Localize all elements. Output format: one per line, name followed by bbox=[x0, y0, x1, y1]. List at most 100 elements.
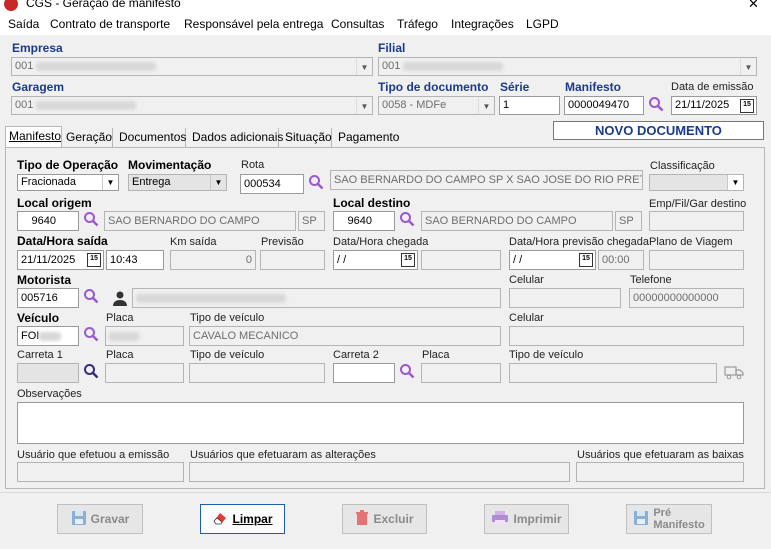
manifesto-input[interactable]: 0000049470 bbox=[564, 96, 644, 115]
usuario-emissao-input bbox=[17, 462, 184, 482]
manifesto-search-icon[interactable] bbox=[648, 96, 666, 114]
menu-contrato-transporte[interactable]: Contrato de transporte bbox=[50, 17, 170, 31]
app-icon bbox=[4, 0, 18, 11]
status-box: NOVO DOCUMENTO bbox=[553, 121, 764, 140]
carreta2-search-icon[interactable] bbox=[399, 363, 417, 381]
menu-trafego[interactable]: Tráfego bbox=[397, 17, 438, 31]
save-icon bbox=[71, 510, 87, 529]
local-destino-descricao: SAO BERNARDO DO CAMPO bbox=[421, 211, 613, 231]
tab-pagamento[interactable]: Pagamento bbox=[335, 128, 400, 147]
empresa-select[interactable]: 001 ▼ bbox=[11, 57, 373, 76]
local-origem-search-icon[interactable] bbox=[83, 211, 101, 229]
excluir-button[interactable]: Excluir bbox=[342, 504, 427, 534]
printer-icon bbox=[491, 510, 509, 529]
close-icon[interactable]: ✕ bbox=[748, 0, 759, 12]
telefone-input: 00000000000000 bbox=[629, 288, 744, 308]
tipo-veiculo2-label: Tipo de veículo bbox=[190, 349, 265, 361]
observacoes-label: Observações bbox=[17, 388, 82, 400]
data-hora-previsao-chegada-label: Data/Hora previsão chegada bbox=[509, 236, 650, 248]
truck-icon[interactable] bbox=[724, 364, 744, 380]
tab-manifesto[interactable]: Manifesto bbox=[5, 126, 62, 147]
veiculo-search-icon[interactable] bbox=[83, 326, 101, 344]
carreta2-input[interactable] bbox=[333, 363, 395, 383]
celular2-input bbox=[509, 326, 744, 346]
pre-manifesto-label: Pré Manifesto bbox=[653, 507, 705, 531]
menu-integracoes[interactable]: Integrações bbox=[451, 17, 514, 31]
data-emissao-label: Data de emissão bbox=[671, 81, 754, 93]
motorista-nome bbox=[132, 288, 501, 308]
veiculo-label: Veículo bbox=[17, 311, 60, 325]
tab-geracao[interactable]: Geração bbox=[63, 128, 113, 147]
usuarios-baixas-input bbox=[576, 462, 744, 482]
carreta1-input[interactable] bbox=[17, 363, 79, 383]
tab-documentos[interactable]: Documentos bbox=[116, 128, 186, 147]
tipo-veiculo2-input bbox=[189, 363, 325, 383]
classificacao-select[interactable]: ▼ bbox=[649, 174, 744, 191]
gravar-button[interactable]: Gravar bbox=[57, 504, 143, 534]
local-destino-search-icon[interactable] bbox=[399, 211, 417, 229]
motorista-profile-icon[interactable] bbox=[111, 289, 129, 307]
tipo-documento-label: Tipo de documento bbox=[378, 80, 489, 94]
rota-descricao: SAO BERNARDO DO CAMPO SP X SAO JOSE DO R… bbox=[330, 170, 643, 190]
movimentacao-select[interactable]: Entrega ▼ bbox=[128, 174, 227, 191]
veiculo-input[interactable]: FOI bbox=[17, 326, 79, 346]
motorista-search-icon[interactable] bbox=[83, 288, 101, 306]
plano-viagem-input bbox=[649, 250, 744, 270]
filial-select[interactable]: 001 ▼ bbox=[378, 57, 757, 76]
tipo-operacao-select[interactable]: Fracionada ▼ bbox=[17, 174, 119, 191]
celular2-label: Celular bbox=[509, 312, 544, 324]
data-emissao-input[interactable]: 21/11/2025 15 bbox=[671, 96, 757, 115]
menu-lgpd[interactable]: LGPD bbox=[526, 17, 559, 31]
carreta1-search-icon[interactable] bbox=[83, 363, 101, 381]
tipo-documento-select[interactable]: 0058 - MDFe ▼ bbox=[378, 96, 495, 115]
calendar-icon[interactable]: 15 bbox=[579, 253, 593, 267]
observacoes-textarea[interactable] bbox=[17, 402, 744, 444]
tab-situacao[interactable]: Situação bbox=[282, 128, 332, 147]
motorista-input[interactable]: 005716 bbox=[17, 288, 79, 308]
limpar-button[interactable]: Limpar bbox=[200, 504, 285, 534]
hora-saida-input[interactable]: 10:43 bbox=[106, 250, 164, 270]
local-destino-input[interactable]: 9640 bbox=[333, 211, 395, 231]
classificacao-label: Classificação bbox=[650, 160, 715, 172]
data-hora-chegada-label: Data/Hora chegada bbox=[333, 236, 429, 248]
km-saida-label: Km saída bbox=[170, 236, 217, 248]
hora-previsao-chegada-input: 00:00 bbox=[598, 250, 644, 270]
data-chegada-input[interactable]: / / 15 bbox=[333, 250, 418, 270]
km-saida-input: 0 bbox=[170, 250, 256, 270]
local-origem-input[interactable]: 9640 bbox=[17, 211, 79, 231]
placa-input bbox=[105, 326, 184, 346]
usuarios-alteracoes-label: Usuários que efetuaram as alterações bbox=[190, 449, 376, 461]
status-text: NOVO DOCUMENTO bbox=[595, 123, 722, 138]
menu-bar: Saída Contrato de transporte Responsável… bbox=[0, 13, 771, 35]
calendar-icon[interactable]: 15 bbox=[401, 253, 415, 267]
telefone-label: Telefone bbox=[630, 274, 672, 286]
data-hora-saida-label: Data/Hora saída bbox=[17, 234, 108, 248]
menu-consultas[interactable]: Consultas bbox=[331, 17, 384, 31]
menu-saida[interactable]: Saída bbox=[8, 17, 39, 31]
placa2-input bbox=[105, 363, 184, 383]
save-icon bbox=[633, 510, 649, 529]
local-origem-label: Local origem bbox=[17, 196, 92, 210]
rota-input[interactable]: 000534 bbox=[240, 174, 304, 194]
data-previsao-chegada-input[interactable]: / / 15 bbox=[509, 250, 596, 270]
carreta1-label: Carreta 1 bbox=[17, 349, 63, 361]
calendar-icon[interactable]: 15 bbox=[740, 99, 754, 113]
imprimir-button[interactable]: Imprimir bbox=[484, 504, 569, 534]
serie-input[interactable]: 1 bbox=[499, 96, 560, 115]
tipo-veiculo-label: Tipo de veículo bbox=[190, 312, 265, 324]
calendar-icon[interactable]: 15 bbox=[87, 253, 101, 267]
garagem-select[interactable]: 001 ▼ bbox=[11, 96, 373, 115]
placa2-label: Placa bbox=[106, 349, 134, 361]
previsao-label: Previsão bbox=[261, 236, 304, 248]
data-saida-input[interactable]: 21/11/2025 15 bbox=[17, 250, 104, 270]
pre-manifesto-button[interactable]: Pré Manifesto bbox=[626, 504, 712, 534]
menu-responsavel-entrega[interactable]: Responsável pela entrega bbox=[184, 17, 323, 31]
tipo-veiculo-input: CAVALO MECANICO bbox=[189, 326, 501, 346]
carreta2-label: Carreta 2 bbox=[333, 349, 379, 361]
tab-dados-adicionais[interactable]: Dados adicionais bbox=[189, 128, 283, 147]
rota-search-icon[interactable] bbox=[308, 174, 326, 192]
usuarios-baixas-label: Usuários que efetuaram as baixas bbox=[577, 449, 744, 461]
placa-label: Placa bbox=[106, 312, 134, 324]
garagem-label: Garagem bbox=[12, 80, 65, 94]
local-destino-label: Local destino bbox=[333, 196, 411, 210]
